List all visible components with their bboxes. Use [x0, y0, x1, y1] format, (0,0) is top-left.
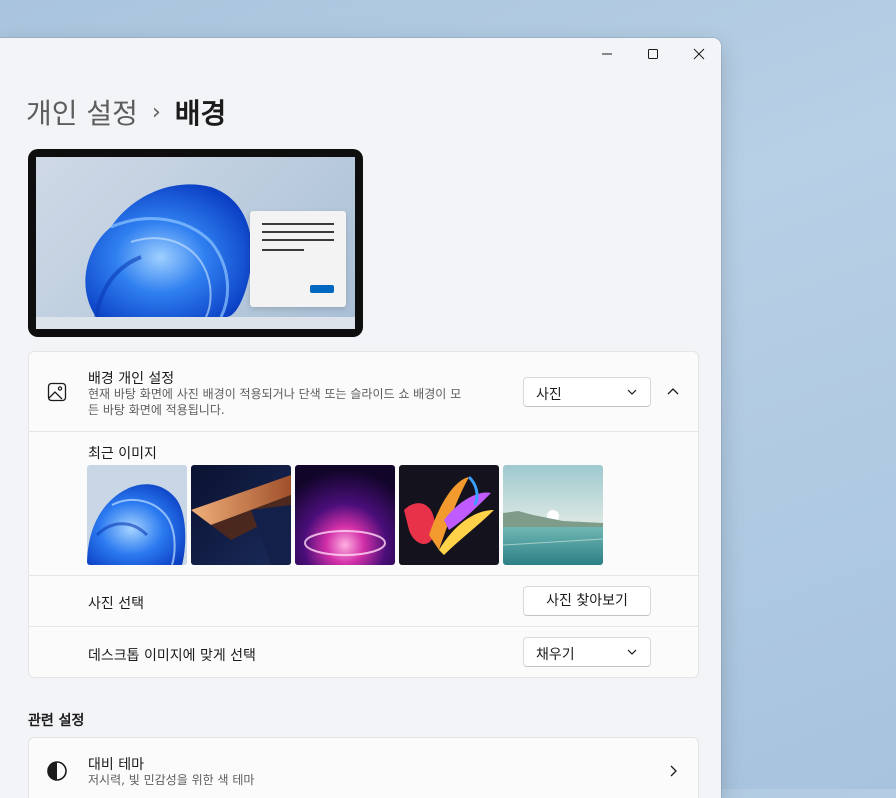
chevron-down-icon: [627, 389, 637, 395]
preview-screen: [36, 157, 355, 317]
colorful-ribbon-image: [399, 465, 499, 565]
fit-value: 채우기: [536, 647, 575, 663]
preview-line: [262, 231, 334, 233]
minimize-button[interactable]: [584, 38, 630, 70]
preview-button: [310, 285, 334, 293]
background-type-description-line2: 든 바탕 화면에 적용됩니다.: [88, 403, 225, 417]
preview-line: [262, 249, 304, 251]
chevron-down-icon: [627, 649, 637, 655]
choose-photo-label: 사진 선택: [88, 596, 144, 612]
recent-image-thumbnail[interactable]: [191, 465, 291, 565]
fit-dropdown[interactable]: 채우기: [523, 637, 651, 667]
recent-image-thumbnail[interactable]: [399, 465, 499, 565]
browse-photos-button[interactable]: 사진 찾아보기: [523, 586, 651, 616]
recent-images-label: 최근 이미지: [88, 446, 157, 462]
preview-line: [262, 223, 334, 225]
settings-window: 개인 설정 › 배경 배경 개인 설정 현재 바탕 화면에 사진 배경이 적용되…: [0, 38, 721, 798]
recent-image-thumbnail[interactable]: [503, 465, 603, 565]
choose-photo-row: 사진 선택 사진 찾아보기: [29, 576, 698, 626]
close-icon: [693, 48, 705, 60]
image-icon: [47, 382, 67, 402]
preview-line: [262, 239, 334, 241]
background-type-value: 사진: [536, 387, 562, 403]
maximize-icon: [648, 49, 658, 59]
background-type-row[interactable]: 배경 개인 설정 현재 바탕 화면에 사진 배경이 적용되거나 단색 또는 슬라…: [29, 352, 698, 431]
breadcrumb-parent[interactable]: 개인 설정: [26, 92, 138, 132]
chevron-right-icon: [670, 765, 677, 777]
related-settings-header: 관련 설정: [28, 713, 85, 729]
breadcrumb-separator: ›: [151, 99, 161, 125]
minimize-icon: [602, 53, 612, 55]
chevron-up-icon[interactable]: [667, 386, 679, 398]
bronze-glass-image: [191, 465, 291, 565]
background-type-title: 배경 개인 설정: [88, 371, 175, 387]
purple-glow-image: [295, 465, 395, 565]
preview-taskbar: [36, 317, 355, 329]
background-type-description-line1: 현재 바탕 화면에 사진 배경이 적용되거나 단색 또는 슬라이드 쇼 배경이 …: [88, 387, 462, 401]
recent-image-thumbnail[interactable]: [87, 465, 187, 565]
recent-image-thumbnail[interactable]: [295, 465, 395, 565]
preview-sample-window: [250, 211, 346, 307]
maximize-button[interactable]: [630, 38, 676, 70]
background-type-dropdown[interactable]: 사진: [523, 377, 651, 407]
contrast-theme-title: 대비 테마: [88, 757, 144, 773]
page-title: 배경: [174, 97, 227, 130]
fit-label: 데스크톱 이미지에 맞게 선택: [88, 648, 256, 664]
contrast-icon: [47, 761, 67, 781]
bloom-blue-image: [87, 465, 187, 565]
breadcrumb: 개인 설정 › 배경: [26, 92, 226, 132]
desktop-preview: [28, 149, 363, 337]
fit-row: 데스크톱 이미지에 맞게 선택 채우기: [29, 627, 698, 677]
contrast-theme-description: 저시력, 빛 민감성을 위한 색 테마: [88, 773, 255, 787]
lake-sunrise-image: [503, 465, 603, 565]
divider: [29, 431, 698, 432]
close-button[interactable]: [676, 38, 721, 70]
